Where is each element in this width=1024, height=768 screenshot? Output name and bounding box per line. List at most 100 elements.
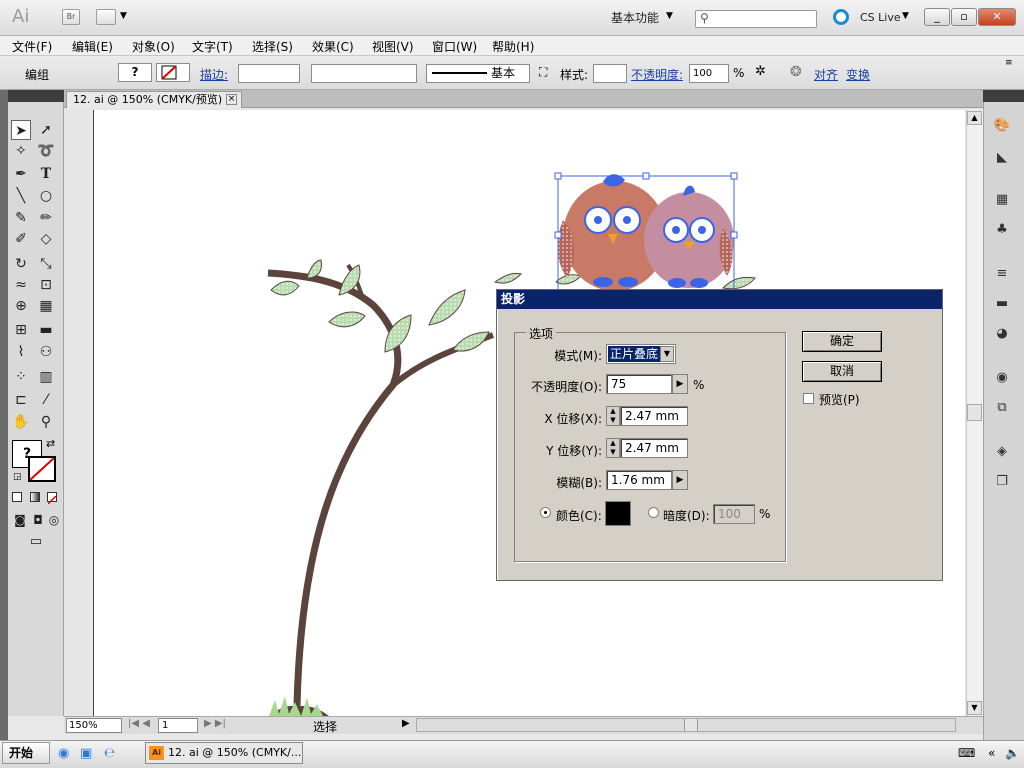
status-text[interactable]: 选择 [313, 718, 337, 735]
lasso-tool-icon[interactable]: ➰ [36, 141, 56, 161]
zoom-field[interactable]: 150% [66, 718, 122, 733]
transparency-panel-icon[interactable]: ◕ [992, 326, 1012, 344]
artboard-number-field[interactable]: 1 [158, 718, 198, 733]
search-input[interactable] [695, 10, 817, 28]
artboards-panel-icon[interactable]: ❐ [992, 474, 1012, 492]
zoom-tool-icon[interactable]: ⚲ [36, 412, 56, 432]
color-radio[interactable] [540, 507, 551, 518]
appearance-panel-icon[interactable]: ◉ [992, 370, 1012, 388]
panel-menu-icon[interactable]: ≡ [1005, 58, 1013, 68]
graphic-style-field[interactable] [593, 64, 627, 83]
restore-button[interactable]: ▫ [951, 8, 977, 26]
cslive-menu[interactable]: CS Live [860, 11, 901, 24]
cslive-icon[interactable] [833, 9, 849, 25]
menu-help[interactable]: 帮助(H) [492, 38, 534, 55]
transform-link[interactable]: 变换 [846, 66, 870, 83]
direct-selection-tool-icon[interactable]: ➚ [36, 120, 56, 140]
stroke-swatch[interactable] [156, 63, 190, 82]
color-panel-icon[interactable]: 🎨 [992, 118, 1012, 136]
artboard-tool-icon[interactable]: ⊏ [11, 390, 31, 410]
taskbar-item-illustrator[interactable]: 12. ai @ 150% (CMYK/... [145, 742, 303, 764]
arrange-documents-button[interactable] [96, 9, 116, 25]
start-button[interactable]: 开始 [2, 742, 50, 764]
eraser-tool-icon[interactable]: ◇ [36, 229, 56, 249]
vertical-scroll-thumb[interactable] [967, 404, 982, 421]
mesh-tool-icon[interactable]: ⊞ [11, 320, 31, 340]
magic-wand-tool-icon[interactable]: ✧ [11, 141, 31, 161]
workspace-switcher[interactable]: 基本功能 [611, 9, 659, 26]
artboard-nav-next-icon[interactable]: ▶ ▶| [204, 718, 226, 729]
menu-effect[interactable]: 效果(C) [312, 38, 354, 55]
default-colors-icon[interactable]: ◲ [13, 472, 22, 482]
stroke-color-box[interactable] [28, 456, 56, 482]
menu-type[interactable]: 文字(T) [192, 38, 233, 55]
close-button[interactable]: ✕ [978, 8, 1016, 26]
opacity-input[interactable]: 75 [606, 374, 672, 394]
column-graph-tool-icon[interactable]: ▥ [36, 367, 56, 387]
minimize-button[interactable]: _ [924, 8, 950, 26]
bridge-button[interactable]: Br [62, 9, 80, 25]
paintbrush-tool-icon[interactable]: ✎ [11, 208, 31, 228]
preview-checkbox[interactable] [803, 393, 814, 404]
menu-edit[interactable]: 编辑(E) [72, 38, 113, 55]
color-mode-icon[interactable] [12, 492, 22, 502]
menu-view[interactable]: 视图(V) [372, 38, 414, 55]
free-transform-tool-icon[interactable]: ⊡ [36, 275, 56, 295]
layers-panel-icon[interactable]: ◈ [992, 444, 1012, 462]
hand-tool-icon[interactable]: ✋ [11, 412, 31, 432]
gradient-panel-icon[interactable]: ▬ [992, 296, 1012, 314]
menu-window[interactable]: 窗口(W) [432, 38, 477, 55]
blob-brush-tool-icon[interactable]: ✐ [11, 229, 31, 249]
blur-input[interactable]: 1.76 mm [606, 470, 672, 490]
stroke-panel-icon[interactable]: ≡ [992, 266, 1012, 284]
none-mode-icon[interactable] [47, 492, 57, 505]
blend-tool-icon[interactable]: ⚇ [36, 342, 56, 362]
status-menu-icon[interactable]: ▶ [402, 718, 410, 729]
opacity-link[interactable]: 不透明度: [631, 66, 683, 83]
x-offset-input[interactable]: 2.47 mm [620, 406, 688, 426]
desktop-icon[interactable]: ▣ [80, 746, 92, 761]
pencil-tool-icon[interactable]: ✏ [36, 208, 56, 228]
mode-select[interactable]: 正片叠底 ▼ [606, 344, 676, 364]
perspective-grid-tool-icon[interactable]: ▦ [36, 296, 56, 316]
selection-tool-icon[interactable]: ➤ [11, 120, 31, 140]
opacity-field[interactable]: 100 [689, 64, 729, 83]
opacity-slider-button[interactable]: ▶ [672, 374, 688, 394]
scroll-down-button[interactable]: ▼ [967, 701, 982, 715]
swap-colors-icon[interactable]: ⇄ [46, 437, 55, 450]
tray-expand-icon[interactable]: « [988, 746, 995, 760]
horizontal-scrollbar[interactable] [416, 718, 956, 732]
gradient-mode-icon[interactable] [30, 492, 40, 502]
draw-normal-icon[interactable]: ◙ [10, 510, 30, 530]
chevron-down-icon[interactable]: ▼ [120, 11, 127, 21]
artboard-nav-icon[interactable]: |◀ ◀ [128, 718, 150, 729]
scale-tool-icon[interactable]: ⤡ [36, 254, 56, 274]
x-offset-stepper[interactable]: ▲ ▼ [606, 406, 620, 426]
darkness-input[interactable]: 100 [713, 504, 755, 524]
chevron-down-icon[interactable]: ▼ [660, 346, 674, 362]
variable-width-field[interactable] [311, 64, 417, 83]
type-tool-icon[interactable]: T [36, 164, 56, 184]
line-tool-icon[interactable]: ╲ [11, 186, 31, 206]
menu-file[interactable]: 文件(F) [12, 38, 52, 55]
stroke-link[interactable]: 描边: [200, 66, 228, 83]
fill-swatch[interactable]: ? [118, 63, 152, 82]
chevron-down-icon[interactable]: ▼ [902, 11, 909, 21]
stroke-weight-field[interactable] [238, 64, 300, 83]
blur-slider-button[interactable]: ▶ [672, 470, 688, 490]
menu-object[interactable]: 对象(O) [132, 38, 175, 55]
ie-icon[interactable]: ℮ [104, 746, 115, 761]
tab-close-icon[interactable]: × [226, 94, 237, 105]
draw-inside-icon[interactable]: ◎ [44, 510, 64, 530]
cancel-button[interactable]: 取消 [802, 361, 882, 382]
shape-builder-tool-icon[interactable]: ⊕ [11, 296, 31, 316]
keyboard-icon[interactable]: ⌨ [958, 746, 975, 760]
document-setup-icon[interactable]: ❂ [790, 64, 802, 80]
shadow-color-swatch[interactable] [605, 501, 631, 526]
symbol-sprayer-tool-icon[interactable]: ⁘ [11, 367, 31, 387]
browser-icon[interactable]: ◉ [58, 746, 69, 761]
chevron-down-icon[interactable]: ▼ [666, 11, 673, 21]
darkness-radio[interactable] [648, 507, 659, 518]
volume-icon[interactable]: 🔈 [1005, 746, 1020, 760]
pen-tool-icon[interactable]: ✒ [11, 164, 31, 184]
